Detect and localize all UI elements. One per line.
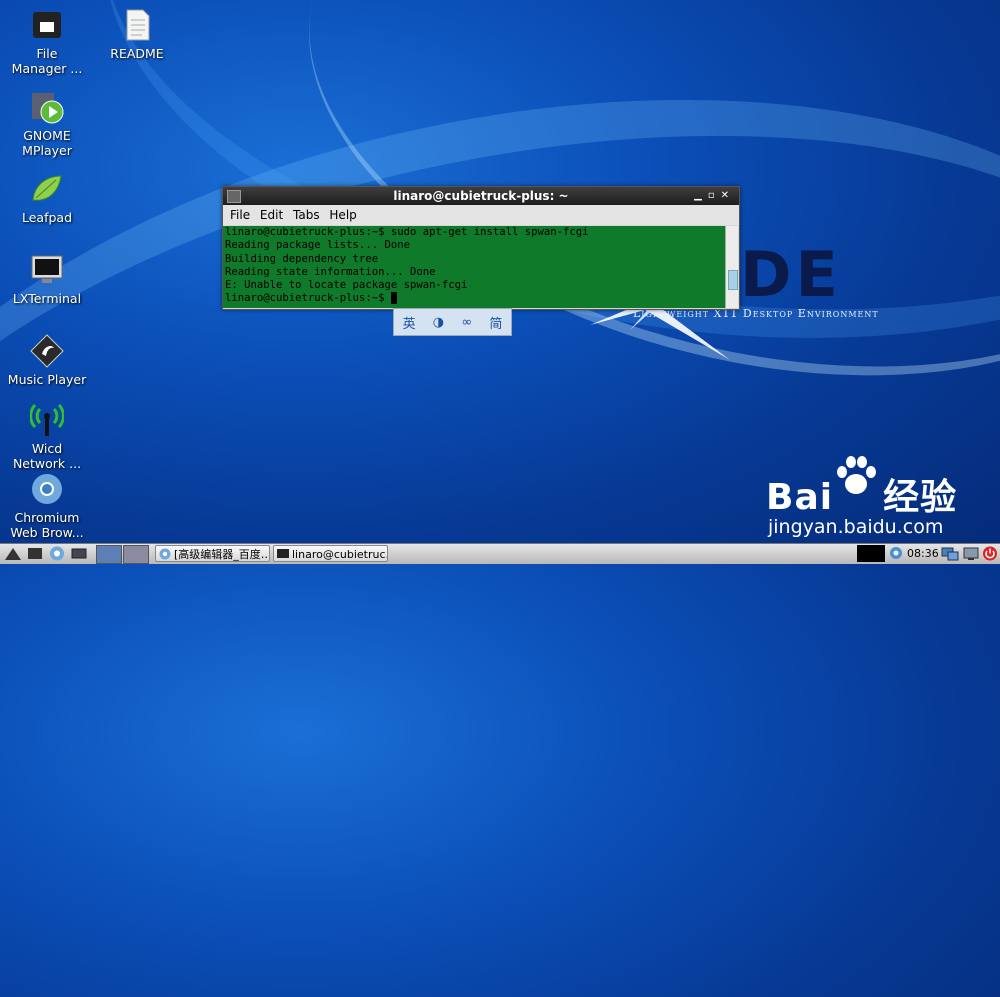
desktop-icon-label: Music Player	[7, 372, 87, 387]
file-manager-icon	[30, 8, 64, 42]
music-player-icon	[30, 334, 64, 368]
chromium-icon	[159, 548, 171, 560]
taskbar: [高级编辑器_百度… linaro@cubietruc… 08:36	[0, 543, 1000, 564]
desktop-icon-chromium[interactable]: Chromium Web Brow...	[7, 472, 87, 540]
clock[interactable]: 08:36	[907, 545, 939, 562]
lxde-menu-icon[interactable]	[4, 545, 22, 562]
desktop-icon-label: Wicd Network ...	[12, 441, 82, 471]
menu-edit[interactable]: Edit	[260, 208, 283, 222]
menu-file[interactable]: File	[230, 208, 250, 222]
baidu-url: jingyan.baidu.com	[768, 516, 944, 538]
minimize-icon[interactable]: ▁	[694, 190, 708, 201]
terminal-line: Building dependency tree	[225, 252, 379, 265]
desktop-icon-label: Leafpad	[21, 210, 73, 225]
desktop-icon-label: File Manager ...	[11, 46, 83, 76]
ime-halfwidth-icon[interactable]: ◑	[433, 315, 444, 330]
terminal-title: linaro@cubietruck-plus: ~	[393, 189, 569, 203]
desktop-pager-2[interactable]	[123, 545, 149, 564]
terminal-prompt: linaro@cubietruck-plus:~$	[225, 292, 391, 305]
desktop-icon-file-manager[interactable]: File Manager ...	[7, 8, 87, 76]
logout-power-icon[interactable]	[982, 545, 998, 562]
ime-toolbar: 英 ◑ ∞ 简	[393, 308, 512, 336]
baidu-brand-right: 经验	[883, 477, 958, 518]
desktop-icon-readme[interactable]: README	[97, 8, 177, 61]
terminal-icon	[30, 253, 64, 287]
desktop-icon-music-player[interactable]: Music Player	[7, 334, 87, 387]
browser-launcher-icon[interactable]	[48, 545, 66, 562]
wicd-network-icon	[29, 403, 65, 437]
task-label: linaro@cubietruc…	[292, 548, 388, 561]
desktop-pager-1[interactable]	[96, 545, 122, 564]
leafpad-icon	[30, 172, 64, 206]
terminal-scrollbar[interactable]	[725, 226, 738, 308]
show-desktop-icon[interactable]	[70, 545, 88, 562]
desktop-icon-wicd[interactable]: Wicd Network ...	[7, 403, 87, 471]
network-tray-icon[interactable]	[940, 545, 960, 562]
maximize-icon[interactable]: ▫	[708, 190, 721, 201]
desktop-icon-lxterminal[interactable]: LXTerminal	[7, 253, 87, 306]
desktop-icon-label: GNOME MPlayer	[22, 128, 72, 158]
screen-lock-icon[interactable]	[962, 545, 980, 562]
desktop-icon-gnome-mplayer[interactable]: GNOME MPlayer	[7, 90, 87, 158]
terminal-line: E: Unable to locate package spwan-fcgi	[225, 279, 468, 292]
desktop-icon-leafpad[interactable]: Leafpad	[7, 172, 87, 225]
desktop-icon-label: Chromium Web Brow...	[10, 510, 84, 540]
file-manager-launcher-icon[interactable]	[26, 545, 44, 562]
ime-simplified-toggle[interactable]: 简	[489, 313, 502, 332]
terminal-line: Reading package lists... Done	[225, 239, 410, 252]
terminal-window[interactable]: linaro@cubietruck-plus: ~ ▁▫✕ File Edit …	[222, 186, 740, 310]
terminal-icon	[227, 190, 241, 203]
terminal-prompt-line: linaro@cubietruck-plus:~$	[225, 292, 725, 305]
terminal-icon	[277, 549, 289, 558]
terminal-line: linaro@cubietruck-plus:~$ sudo apt-get i…	[225, 226, 589, 238]
input-method-tray-icon[interactable]	[888, 545, 904, 562]
text-document-icon	[120, 8, 154, 42]
terminal-line: Reading state information... Done	[225, 265, 436, 278]
close-icon[interactable]: ✕	[721, 190, 735, 201]
media-player-icon	[30, 90, 64, 124]
ime-punctuation-icon[interactable]: ∞	[461, 315, 472, 330]
desktop-icon-label: LXTerminal	[12, 291, 82, 306]
ime-language-toggle[interactable]: 英	[403, 313, 416, 332]
task-button-terminal[interactable]: linaro@cubietruc…	[273, 545, 388, 562]
baidu-brand-left: Bai	[766, 477, 834, 518]
lxde-logo-text: DE	[740, 238, 842, 311]
menu-help[interactable]: Help	[329, 208, 356, 222]
cpu-monitor	[857, 545, 885, 562]
terminal-titlebar[interactable]: linaro@cubietruck-plus: ~ ▁▫✕	[223, 187, 739, 205]
terminal-menubar: File Edit Tabs Help	[223, 205, 739, 225]
chromium-icon	[30, 472, 64, 506]
baidu-watermark: Bai 经验 jingyan.baidu.com	[766, 456, 958, 538]
menu-tabs[interactable]: Tabs	[293, 208, 320, 222]
desktop-icon-label: README	[110, 46, 164, 61]
terminal-cursor	[390, 292, 397, 305]
terminal-output[interactable]: linaro@cubietruck-plus:~$ sudo apt-get i…	[223, 226, 725, 308]
baidu-paw-icon	[837, 456, 876, 494]
scrollbar-thumb[interactable]	[728, 270, 738, 290]
task-label: [高级编辑器_百度…	[174, 548, 270, 561]
task-button-browser[interactable]: [高级编辑器_百度…	[155, 545, 270, 562]
